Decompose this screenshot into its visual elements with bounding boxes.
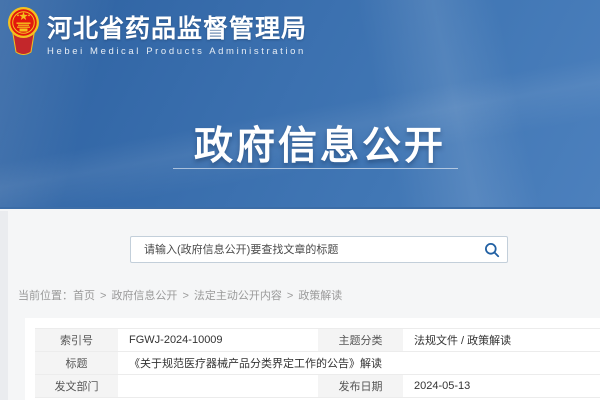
document-info-table: 索引号 FGWJ-2024-10009 主题分类 法规文件 / 政策解读 标题 …	[35, 328, 600, 398]
national-emblem-icon	[7, 6, 40, 56]
search-button[interactable]	[477, 237, 507, 262]
breadcrumb-label: 当前位置：	[18, 290, 73, 302]
search-box	[130, 236, 508, 263]
table-row: 索引号 FGWJ-2024-10009 主题分类 法规文件 / 政策解读	[35, 329, 600, 352]
page: 河北省药品监督管理局 Hebei Medical Products Admini…	[0, 0, 600, 400]
table-row: 发文部门 发布日期 2024-05-13	[35, 375, 600, 398]
document-info-panel: 索引号 FGWJ-2024-10009 主题分类 法规文件 / 政策解读 标题 …	[25, 318, 600, 400]
site-name-english: Hebei Medical Products Administration	[47, 46, 307, 57]
breadcrumb-separator: >	[100, 290, 106, 302]
publish-date-value: 2024-05-13	[403, 375, 600, 398]
site-logo[interactable]: 河北省药品监督管理局 Hebei Medical Products Admini…	[7, 6, 307, 57]
site-title-block: 河北省药品监督管理局 Hebei Medical Products Admini…	[47, 6, 307, 57]
subject-category-label: 主题分类	[318, 329, 403, 352]
index-number-value: FGWJ-2024-10009	[118, 329, 318, 352]
breadcrumb-item-statutory-disclosure[interactable]: 法定主动公开内容	[194, 290, 282, 302]
index-number-label: 索引号	[35, 329, 118, 352]
search-input[interactable]	[131, 237, 477, 262]
table-row: 标题 《关于规范医疗器械产品分类界定工作的公告》解读	[35, 352, 600, 375]
breadcrumb-item-policy-interpretation: 政策解读	[298, 290, 342, 302]
left-edge-strip	[0, 211, 8, 400]
title-value: 《关于规范医疗器械产品分类界定工作的公告》解读	[118, 352, 600, 375]
publish-date-label: 发布日期	[318, 375, 403, 398]
breadcrumb: 当前位置：首页 > 政府信息公开 > 法定主动公开内容 > 政策解读	[18, 287, 342, 303]
issuing-department-value	[118, 375, 318, 398]
breadcrumb-item-home[interactable]: 首页	[73, 290, 95, 302]
search-icon	[484, 242, 500, 258]
site-header: 河北省药品监督管理局 Hebei Medical Products Admini…	[0, 0, 600, 209]
banner-divider	[173, 168, 458, 169]
breadcrumb-item-gov-info[interactable]: 政府信息公开	[111, 290, 177, 302]
page-body: 当前位置：首页 > 政府信息公开 > 法定主动公开内容 > 政策解读 索引号 FGWJ-20…	[0, 211, 600, 400]
breadcrumb-separator: >	[287, 290, 293, 302]
title-label: 标题	[35, 352, 118, 375]
site-name: 河北省药品监督管理局	[47, 16, 307, 43]
subject-category-value: 法规文件 / 政策解读	[403, 329, 600, 352]
banner-title: 政府信息公开	[0, 115, 600, 171]
breadcrumb-separator: >	[182, 290, 188, 302]
issuing-department-label: 发文部门	[35, 375, 118, 398]
